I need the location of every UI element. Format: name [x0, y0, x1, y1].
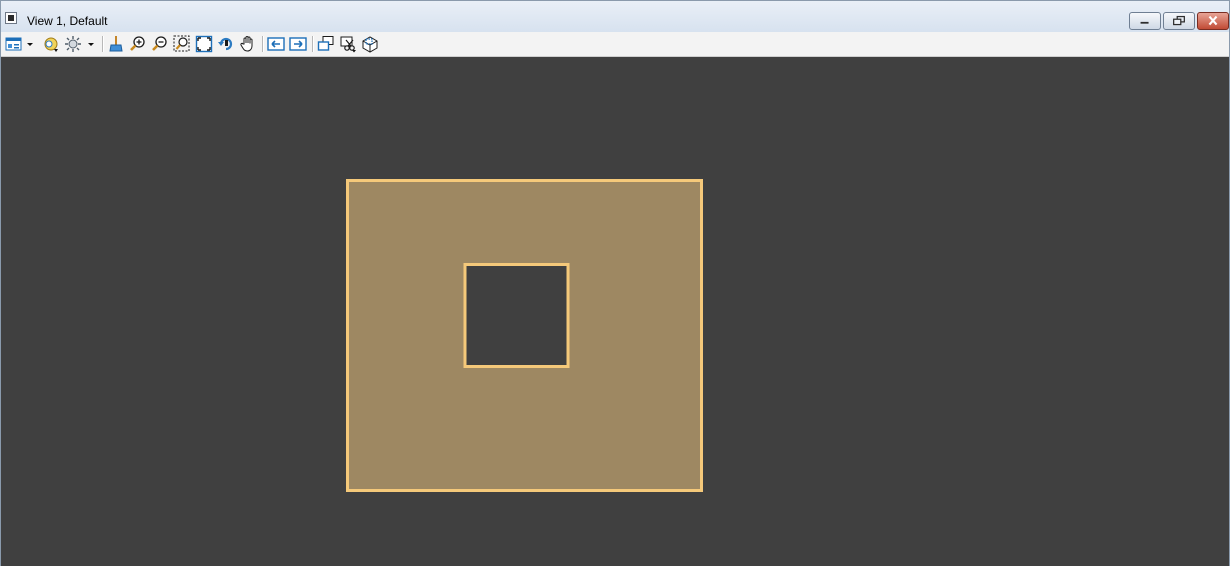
drawing-canvas[interactable]	[1, 57, 1229, 566]
close-button[interactable]	[1197, 12, 1229, 30]
zoom-in-icon[interactable]	[129, 35, 147, 53]
view-toolbar	[1, 32, 1229, 57]
restore-icon	[1173, 15, 1185, 26]
minimize-button[interactable]	[1129, 12, 1161, 30]
window-area-icon[interactable]	[173, 35, 191, 53]
window-title: View 1, Default	[27, 14, 108, 28]
rotate-view-icon[interactable]	[217, 35, 235, 53]
view-attributes-icon[interactable]	[5, 35, 23, 53]
pan-view-icon[interactable]	[239, 35, 257, 53]
fit-view-icon[interactable]	[195, 35, 213, 53]
title-bar[interactable]: View 1, Default	[1, 1, 1229, 32]
copy-view-icon[interactable]	[317, 35, 335, 53]
close-icon	[1208, 15, 1218, 26]
clip-mask-icon[interactable]	[361, 35, 379, 53]
view-display-style-icon[interactable]	[64, 35, 82, 53]
view-previous-icon[interactable]	[267, 35, 285, 53]
toolbar-separator	[262, 36, 264, 52]
toolbar-separator	[102, 36, 104, 52]
dropdown-arrow-icon[interactable]	[25, 35, 35, 53]
inner-hole-shape[interactable]	[463, 263, 570, 368]
drawing-svg	[346, 179, 703, 492]
view-next-icon[interactable]	[289, 35, 307, 53]
zoom-out-icon[interactable]	[151, 35, 169, 53]
dropdown-arrow-icon[interactable]	[86, 35, 96, 53]
clip-volume-icon[interactable]	[339, 35, 357, 53]
minimize-icon	[1140, 21, 1149, 24]
levels-display-icon[interactable]	[42, 35, 60, 53]
update-view-icon[interactable]	[107, 35, 125, 53]
view-window: View 1, Default	[0, 0, 1230, 566]
restore-button[interactable]	[1163, 12, 1195, 30]
window-menu-icon[interactable]	[5, 12, 17, 24]
toolbar-separator	[312, 36, 314, 52]
